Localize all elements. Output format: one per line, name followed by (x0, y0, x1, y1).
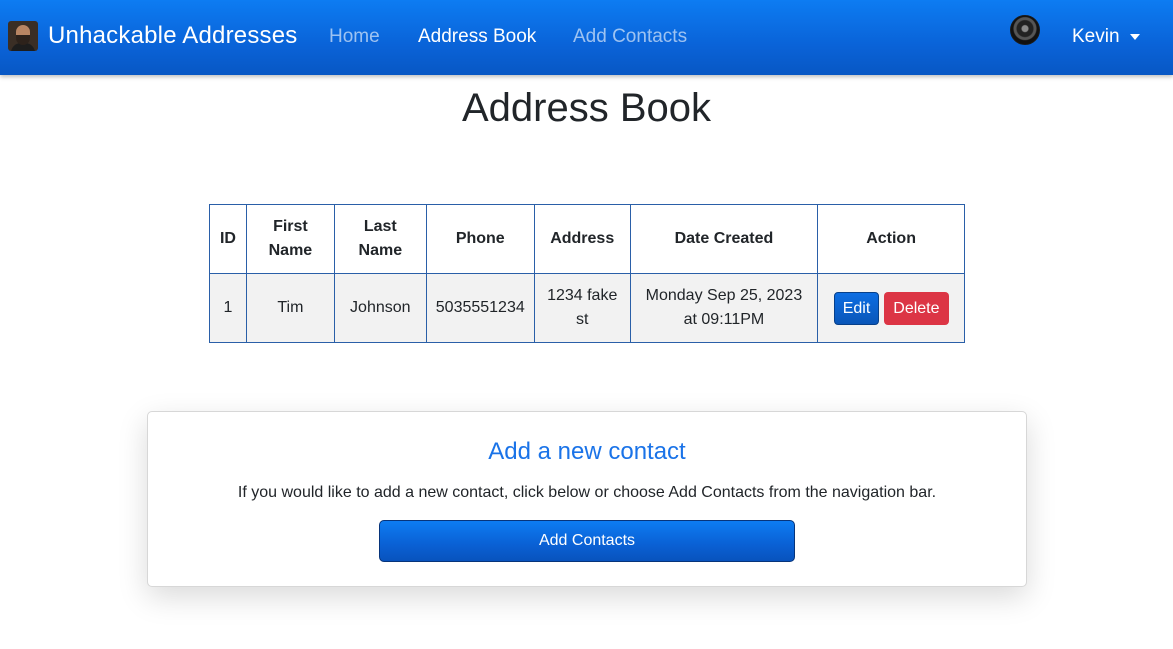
card-description: If you would like to add a new contact, … (237, 484, 937, 501)
column-header-address: Address (533, 204, 631, 274)
nav-link-home[interactable]: Home (329, 26, 380, 48)
brand-link[interactable]: Unhackable Addresses (8, 20, 297, 52)
cell-date-created: Monday Sep 25, 2023 at 09:11PM (629, 273, 819, 343)
card-title: Add a new contact (488, 438, 686, 465)
cell-phone: 5035551234 (425, 273, 535, 343)
nav-link-add-contacts[interactable]: Add Contacts (573, 26, 687, 48)
column-header-phone: Phone (425, 204, 535, 274)
column-header-first-name: First Name (245, 204, 335, 274)
cell-id: 1 (209, 273, 247, 343)
table-row: 1 Tim Johnson 5035551234 1234 fake st Mo… (209, 273, 965, 343)
column-header-date-created: Date Created (629, 204, 819, 274)
cell-action: Edit Delete (817, 273, 965, 343)
user-name: Kevin (1072, 26, 1120, 47)
brand-logo-image (8, 21, 38, 51)
edit-button[interactable]: Edit (833, 291, 880, 325)
column-header-last-name: Last Name (333, 204, 427, 274)
cell-first-name: Tim (245, 273, 335, 343)
user-dropdown-toggle[interactable]: Kevin (1072, 26, 1140, 48)
nav-link-address-book[interactable]: Address Book (418, 26, 536, 48)
table-header-row: ID First Name Last Name Phone Address Da… (209, 204, 965, 274)
add-contact-card: Add a new contact If you would like to a… (147, 411, 1027, 587)
page-title: Address Book (461, 86, 712, 130)
column-header-action: Action (817, 204, 965, 274)
cell-address: 1234 fake st (533, 273, 631, 343)
navbar: Unhackable Addresses Home Address Book A… (0, 0, 1173, 75)
column-header-id: ID (209, 204, 247, 274)
user-avatar[interactable] (1010, 15, 1040, 45)
contacts-table: ID First Name Last Name Phone Address Da… (209, 204, 965, 343)
brand-name: Unhackable Addresses (48, 22, 298, 49)
delete-button[interactable]: Delete (884, 291, 949, 325)
cell-last-name: Johnson (333, 273, 427, 343)
add-contacts-button[interactable]: Add Contacts (379, 520, 795, 562)
caret-down-icon (1129, 34, 1140, 40)
